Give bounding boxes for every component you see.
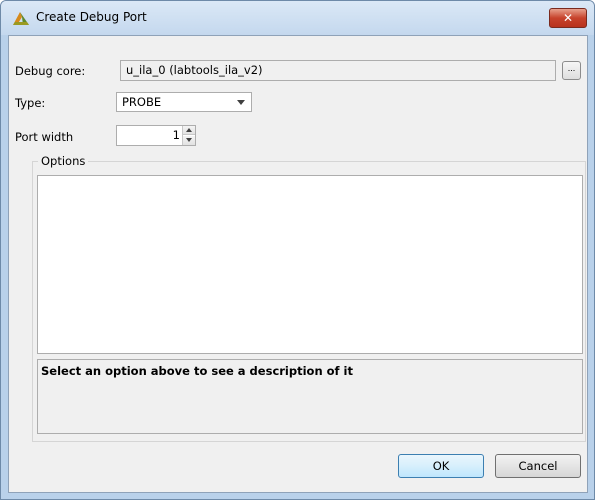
port-width-label: Port width	[15, 130, 74, 144]
spinner-buttons	[182, 126, 195, 145]
ok-button[interactable]: OK	[398, 454, 484, 478]
type-label: Type:	[15, 96, 46, 110]
debug-core-field: u_ila_0 (labtools_ila_v2)	[120, 60, 556, 81]
title-bar[interactable]: Create Debug Port ✕	[1, 1, 594, 35]
description-panel: Select an option above to see a descript…	[37, 359, 583, 434]
description-text: Select an option above to see a descript…	[41, 364, 353, 378]
browse-button[interactable]: ...	[562, 61, 581, 80]
dialog-window: Create Debug Port ✕ Debug core: u_ila_0 …	[0, 0, 595, 500]
cancel-button[interactable]: Cancel	[495, 454, 581, 478]
spin-up-arrow-icon[interactable]	[183, 126, 195, 135]
window-title: Create Debug Port	[36, 10, 147, 24]
type-select-value: PROBE	[122, 95, 162, 109]
options-group-title: Options	[38, 154, 89, 168]
type-select[interactable]: PROBE	[116, 92, 252, 112]
debug-core-label: Debug core:	[15, 64, 86, 78]
dialog-body: Debug core: u_ila_0 (labtools_ila_v2) ..…	[8, 35, 588, 493]
port-width-spinner[interactable]: 1	[116, 125, 196, 146]
spin-down-arrow-icon[interactable]	[183, 136, 195, 145]
options-list[interactable]	[37, 175, 583, 354]
chevron-down-icon	[237, 100, 245, 105]
port-width-value: 1	[172, 128, 180, 142]
vivado-logo-icon	[11, 9, 31, 27]
close-button[interactable]: ✕	[549, 8, 587, 28]
